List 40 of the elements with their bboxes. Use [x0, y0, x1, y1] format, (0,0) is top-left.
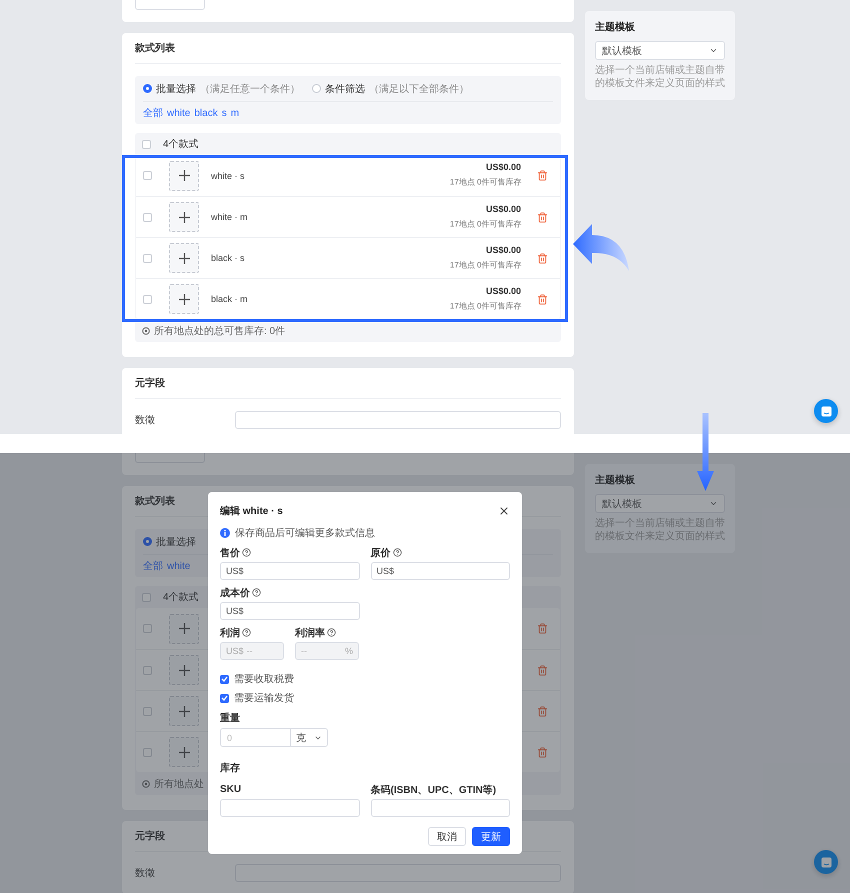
section-title: 元字段 [135, 829, 165, 843]
field-label: 成本价 [220, 586, 250, 600]
total-stock: 所有地点处 [154, 778, 204, 790]
variant-price: US$0.00 [486, 286, 521, 296]
variant-price: US$0.00 [486, 204, 521, 214]
variant-name: black · s [211, 253, 245, 263]
card-title: 主题模板 [595, 20, 636, 34]
field-label: 重量 [220, 712, 241, 725]
field-label: 原价 [370, 546, 390, 560]
card-title: 主题模板 [595, 473, 636, 487]
field-label: 数徵 [135, 414, 156, 427]
section-title: 库存 [220, 761, 241, 775]
help-text: 选择一个当前店铺或主题自带的模板文件来定义页面的样式 [595, 64, 725, 90]
field-label: 售价 [220, 546, 240, 560]
variant-price: US$0.00 [486, 162, 521, 172]
section-title: 款式列表 [135, 494, 175, 508]
notice-text: 保存商品后可编辑更多款式信息 [235, 526, 375, 540]
variant-stock: 17地点 0件可售库存 [449, 300, 521, 312]
variant-stock: 17地点 0件可售库存 [449, 218, 521, 230]
radio-hint: （满足以下全部条件） [369, 82, 469, 96]
variant-stock: 17地点 0件可售库存 [449, 260, 521, 270]
radio-hint: （满足任意一个条件） [200, 82, 300, 96]
dialog-title: 编辑 white · s [220, 504, 283, 518]
variant-count: 4个款式 [163, 138, 199, 151]
variant-name: white · s [211, 170, 245, 180]
section-title: 款式列表 [135, 42, 175, 55]
variant-count: 4个款式 [163, 590, 199, 604]
checkbox-label: 需要运输发货 [234, 692, 294, 705]
total-stock: 所有地点处的总可售库存: 0件 [154, 324, 286, 338]
variant-price: US$0.00 [486, 244, 521, 254]
variant-name: white · m [211, 212, 248, 222]
field-label: 利润率 [295, 626, 325, 640]
variant-name: black · m [211, 294, 248, 304]
field-label: SKU [220, 784, 242, 795]
field-label: 利润 [220, 626, 240, 640]
field-label: 条码(ISBN、UPC、GTIN等) [370, 784, 496, 796]
variant-stock: 17地点 0件可售库存 [449, 176, 521, 188]
checkbox-label: 需要收取税费 [234, 672, 294, 686]
field-label: 数徵 [135, 867, 156, 880]
section-title: 元字段 [135, 376, 165, 390]
